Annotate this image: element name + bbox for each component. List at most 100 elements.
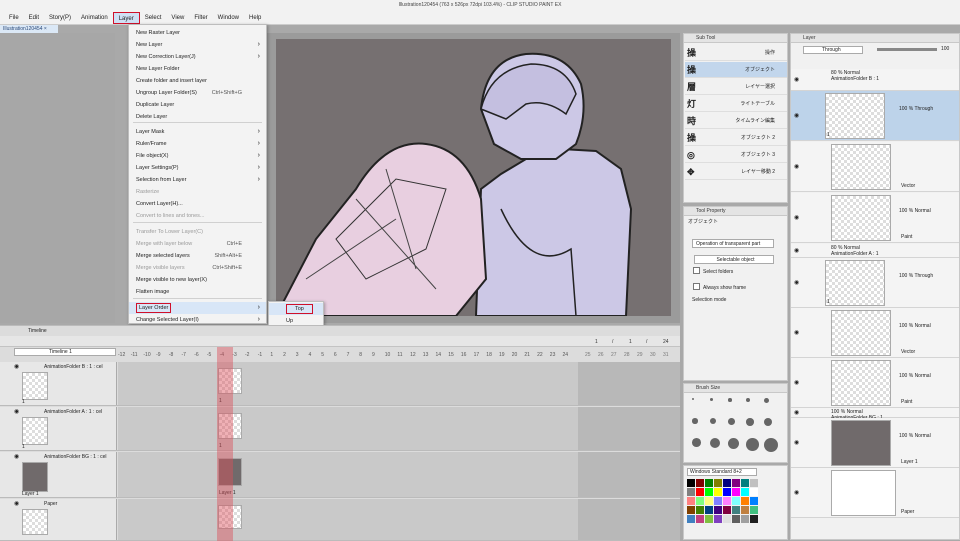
color-swatch[interactable] (741, 506, 749, 514)
color-swatch[interactable] (705, 515, 713, 523)
color-swatch[interactable] (705, 506, 713, 514)
color-swatch[interactable] (750, 479, 758, 487)
brush-size-preset[interactable] (692, 438, 701, 447)
color-swatch[interactable] (696, 479, 704, 487)
brush-size-preset[interactable] (746, 398, 751, 403)
menu-item-rasterize[interactable]: Rasterize (129, 186, 266, 198)
color-swatch[interactable] (714, 515, 722, 523)
color-swatch[interactable] (750, 506, 758, 514)
sub-tool-item[interactable]: ◎ オブジェクト 3 (685, 147, 787, 163)
timeline-track[interactable]: AnimationFolder BG : 1 : cel ◉ Layer 1 Laye… (0, 452, 680, 498)
menu-window[interactable]: Window (213, 12, 244, 24)
brush-size-preset[interactable] (710, 418, 717, 425)
color-swatch[interactable] (732, 497, 740, 505)
menu-view[interactable]: View (166, 12, 189, 24)
always-show-frame-checkbox[interactable]: Always show frame (693, 283, 746, 292)
eye-icon[interactable]: ◉ (794, 409, 799, 416)
brush-size-preset[interactable] (728, 398, 732, 402)
color-swatch[interactable] (696, 497, 704, 505)
sub-tool-item[interactable]: 時 タイムライン編集 (685, 113, 787, 129)
color-swatch[interactable] (732, 515, 740, 523)
color-swatch[interactable] (723, 506, 731, 514)
layer-row[interactable]: ◉ 100 % Normal Layer 1 (791, 418, 959, 468)
menu-item-selection-from-layer[interactable]: Selection from Layer › (129, 174, 266, 186)
menu-item-new-layer-folder[interactable]: New Layer Folder (129, 63, 266, 75)
color-swatch[interactable] (723, 497, 731, 505)
sub-tool-item[interactable]: 操 オブジェクト 2 (685, 130, 787, 146)
eye-icon[interactable]: ◉ (794, 329, 799, 336)
operation-select[interactable]: Operation of transparent part (692, 239, 774, 248)
brush-size-preset[interactable] (764, 398, 769, 403)
color-swatch[interactable] (714, 488, 722, 496)
brush-size-preset[interactable] (692, 398, 695, 401)
eye-icon[interactable]: ◉ (794, 247, 799, 254)
submenu-item-top[interactable]: Top (269, 303, 323, 315)
menu-item-merge-visible-layers[interactable]: Merge visible layers Ctrl+Shift+E (129, 262, 266, 274)
color-swatch[interactable] (705, 488, 713, 496)
sub-tool-item[interactable]: 操 操作 (685, 45, 787, 61)
color-swatch[interactable] (723, 479, 731, 487)
canvas[interactable] (274, 39, 671, 317)
menu-edit[interactable]: Edit (24, 12, 44, 24)
eye-icon[interactable]: ◉ (14, 363, 19, 370)
menu-item-merge-visible-to-new-layer-x[interactable]: Merge visible to new layer(X) (129, 274, 266, 286)
layer-row[interactable]: ◉ 80 % Normal AnimationFolder A : 1 (791, 244, 959, 258)
menu-item-flatten-image[interactable]: Flatten image (129, 286, 266, 298)
color-swatch[interactable] (705, 497, 713, 505)
timeline-track[interactable]: Paper ◉ (0, 499, 680, 541)
brush-size-preset[interactable] (728, 418, 735, 425)
color-swatch[interactable] (714, 497, 722, 505)
track-lane[interactable] (118, 499, 578, 540)
color-swatch[interactable] (696, 506, 704, 514)
menu-storyp[interactable]: Story(P) (44, 12, 76, 24)
brush-size-preset[interactable] (728, 438, 740, 450)
color-swatch[interactable] (741, 479, 749, 487)
layer-row[interactable]: ◉ 100 % Normal Vector (791, 308, 959, 358)
color-swatch[interactable] (714, 479, 722, 487)
sub-tool-item[interactable]: 操 オブジェクト (685, 62, 787, 78)
color-swatch[interactable] (687, 497, 695, 505)
eye-icon[interactable]: ◉ (14, 500, 19, 507)
close-icon[interactable]: × (42, 26, 47, 32)
sub-tool-item[interactable]: 層 レイヤー選択 (685, 79, 787, 95)
eye-icon[interactable]: ◉ (794, 112, 799, 119)
color-swatch[interactable] (732, 506, 740, 514)
color-swatch[interactable] (741, 515, 749, 523)
brush-size-preset[interactable] (710, 438, 721, 449)
menu-item-ungroup-layer-folder-s[interactable]: Ungroup Layer Folder(S) Ctrl+Shift+G (129, 87, 266, 99)
menu-item-merge-selected-layers[interactable]: Merge selected layers Shift+Alt+E (129, 250, 266, 262)
color-swatch[interactable] (723, 515, 731, 523)
eye-icon[interactable]: ◉ (794, 279, 799, 286)
menu-item-ruler-frame[interactable]: Ruler/Frame › (129, 138, 266, 150)
menu-item-duplicate-layer[interactable]: Duplicate Layer (129, 99, 266, 111)
menu-layer[interactable]: Layer (112, 11, 140, 24)
color-swatch[interactable] (732, 479, 740, 487)
brush-size-preset[interactable] (692, 418, 698, 424)
menu-item-convert-to-lines-and-tones[interactable]: Convert to lines and tones... (129, 210, 266, 222)
brush-size-preset[interactable] (746, 418, 754, 426)
select-folders-checkbox[interactable]: Select folders (693, 267, 733, 276)
track-lane[interactable] (118, 407, 578, 450)
timeline-select[interactable]: Timeline 1 (14, 348, 116, 356)
timeline-track[interactable]: AnimationFolder A : 1 : cel ◉ 1 1 (0, 407, 680, 451)
layer-row[interactable]: ◉ Paper (791, 468, 959, 518)
selectable-object-select[interactable]: Selectable object (694, 255, 774, 264)
color-swatch[interactable] (687, 488, 695, 496)
color-swatch[interactable] (750, 488, 758, 496)
brush-size-preset[interactable] (746, 438, 759, 451)
color-swatch[interactable] (732, 488, 740, 496)
eye-icon[interactable]: ◉ (14, 408, 19, 415)
layer-row[interactable]: ◉100 % NormalAnimationFolder BG : 1 (791, 408, 959, 421)
blend-mode-select[interactable]: Through (803, 46, 863, 54)
menu-item-create-folder-and-insert-layer[interactable]: Create folder and insert layer (129, 75, 266, 87)
layer-row[interactable]: ◉ Vector (791, 142, 959, 192)
menu-filter[interactable]: Filter (189, 12, 212, 24)
color-swatch[interactable] (696, 515, 704, 523)
timeline-track[interactable]: AnimationFolder B : 1 : cel ◉ 1 1 (0, 362, 680, 406)
color-swatch[interactable] (741, 488, 749, 496)
layer-row[interactable]: ◉ 100 % Normal Paint (791, 193, 959, 243)
eye-icon[interactable]: ◉ (794, 489, 799, 496)
track-lane[interactable] (118, 362, 578, 405)
sub-tool-item[interactable]: ✥ レイヤー移動 2 (685, 164, 787, 180)
menu-item-convert-layer-h[interactable]: Convert Layer(H)... (129, 198, 266, 210)
